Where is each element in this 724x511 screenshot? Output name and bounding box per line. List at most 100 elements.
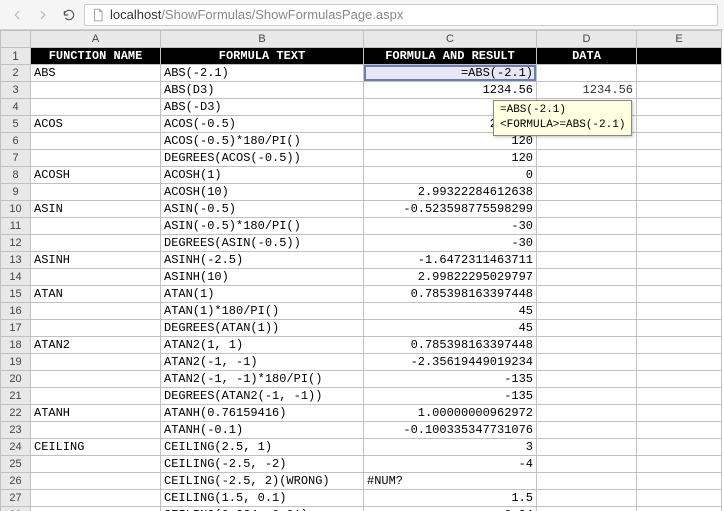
cell[interactable]: DEGREES(ATAN(1)) (161, 320, 364, 337)
cell[interactable] (31, 269, 161, 286)
cell[interactable]: ATAN (31, 286, 161, 303)
cell[interactable] (637, 218, 722, 235)
cell[interactable]: 1234.56 (537, 82, 637, 99)
reload-button[interactable] (58, 4, 80, 26)
cell[interactable] (637, 65, 722, 82)
row-header-2[interactable]: 2 (1, 65, 31, 82)
cell[interactable] (637, 48, 722, 65)
cell[interactable] (537, 167, 637, 184)
cell[interactable]: CEILING(2.5, 1) (161, 439, 364, 456)
cell[interactable]: ABS(-2.1) (161, 65, 364, 82)
cell[interactable] (31, 303, 161, 320)
cell[interactable] (537, 235, 637, 252)
row-header-28[interactable]: 28 (1, 507, 31, 511)
cell[interactable]: CEILING(0.234, 0.01) (161, 507, 364, 511)
cell[interactable]: 2.99822295029797 (364, 269, 537, 286)
cell[interactable]: -30 (364, 235, 537, 252)
cell[interactable]: 2.99322284612638 (364, 184, 537, 201)
cell[interactable] (31, 320, 161, 337)
cell[interactable]: 120 (364, 150, 537, 167)
row-header-12[interactable]: 12 (1, 235, 31, 252)
cell[interactable]: ASIN(-0.5) (161, 201, 364, 218)
cell[interactable] (637, 150, 722, 167)
row-header-5[interactable]: 5 (1, 116, 31, 133)
cell[interactable] (537, 473, 637, 490)
cell[interactable] (637, 269, 722, 286)
cell[interactable]: 0.785398163397448 (364, 337, 537, 354)
cell[interactable] (637, 439, 722, 456)
cell[interactable]: 1.00000000962972 (364, 405, 537, 422)
cell[interactable]: ABS(-D3) (161, 99, 364, 116)
row-header-18[interactable]: 18 (1, 337, 31, 354)
row-header-27[interactable]: 27 (1, 490, 31, 507)
cell[interactable]: 0 (364, 167, 537, 184)
cell[interactable]: 45 (364, 303, 537, 320)
cell[interactable]: CEILING(-2.5, 2)(WRONG) (161, 473, 364, 490)
cell[interactable]: ACOSH(1) (161, 167, 364, 184)
cell[interactable]: ASINH(-2.5) (161, 252, 364, 269)
row-header-21[interactable]: 21 (1, 388, 31, 405)
row-header-7[interactable]: 7 (1, 150, 31, 167)
cell[interactable] (537, 405, 637, 422)
col-header-A[interactable]: A (31, 31, 161, 48)
cell[interactable]: ATAN2(1, 1) (161, 337, 364, 354)
back-button[interactable] (6, 4, 28, 26)
cell[interactable] (637, 184, 722, 201)
cell[interactable]: CEILING(-2.5, -2) (161, 456, 364, 473)
row-header-4[interactable]: 4 (1, 99, 31, 116)
cell[interactable]: ACOS(-0.5)*180/PI() (161, 133, 364, 150)
cell[interactable] (637, 320, 722, 337)
cell[interactable] (637, 337, 722, 354)
row-header-16[interactable]: 16 (1, 303, 31, 320)
cell[interactable] (637, 133, 722, 150)
cell[interactable]: -30 (364, 218, 537, 235)
row-header-9[interactable]: 9 (1, 184, 31, 201)
cell[interactable] (31, 490, 161, 507)
cell[interactable] (537, 439, 637, 456)
cell[interactable]: -0.100335347731076 (364, 422, 537, 439)
cell[interactable] (637, 473, 722, 490)
cell[interactable] (537, 388, 637, 405)
cell[interactable] (637, 252, 722, 269)
cell[interactable] (31, 422, 161, 439)
cell[interactable] (637, 405, 722, 422)
row-header-15[interactable]: 15 (1, 286, 31, 303)
cell[interactable] (537, 252, 637, 269)
cell[interactable]: FUNCTION NAME (31, 48, 161, 65)
cell[interactable] (31, 235, 161, 252)
cell[interactable] (31, 133, 161, 150)
row-header-26[interactable]: 26 (1, 473, 31, 490)
row-header-22[interactable]: 22 (1, 405, 31, 422)
cell[interactable]: DEGREES(ATAN2(-1, -1)) (161, 388, 364, 405)
cell[interactable] (31, 388, 161, 405)
cell[interactable] (637, 286, 722, 303)
row-header-6[interactable]: 6 (1, 133, 31, 150)
cell[interactable] (637, 354, 722, 371)
row-header-17[interactable]: 17 (1, 320, 31, 337)
cell[interactable] (31, 473, 161, 490)
cell[interactable] (637, 303, 722, 320)
cell[interactable]: ASIN(-0.5)*180/PI() (161, 218, 364, 235)
row-header-11[interactable]: 11 (1, 218, 31, 235)
cell[interactable]: ATAN2(-1, -1) (161, 354, 364, 371)
cell[interactable] (637, 167, 722, 184)
cell[interactable]: FORMULA TEXT (161, 48, 364, 65)
cell[interactable]: -135 (364, 388, 537, 405)
cell[interactable] (537, 507, 637, 511)
select-all-corner[interactable] (1, 31, 31, 48)
cell[interactable] (637, 490, 722, 507)
cell[interactable] (537, 286, 637, 303)
cell[interactable]: ATAN(1) (161, 286, 364, 303)
row-header-1[interactable]: 1 (1, 48, 31, 65)
cell[interactable] (537, 490, 637, 507)
cell[interactable]: =ABS(-2.1) (364, 65, 537, 82)
cell[interactable] (537, 303, 637, 320)
cell[interactable] (637, 82, 722, 99)
cell[interactable] (31, 184, 161, 201)
cell[interactable]: DEGREES(ACOS(-0.5)) (161, 150, 364, 167)
cell[interactable] (537, 218, 637, 235)
cell[interactable] (31, 150, 161, 167)
cell[interactable]: ACOSH (31, 167, 161, 184)
cell[interactable] (537, 65, 637, 82)
cell[interactable] (537, 456, 637, 473)
